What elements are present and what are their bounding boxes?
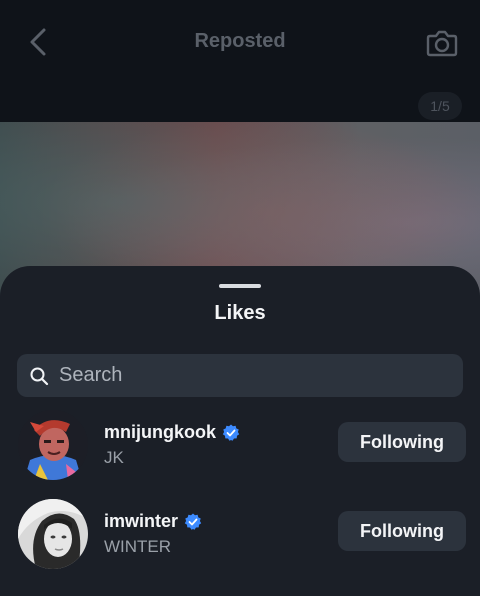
camera-icon	[426, 30, 458, 57]
top-bar: Reposted 1/5	[0, 0, 480, 122]
animated-character-avatar	[18, 410, 88, 480]
avatar[interactable]	[18, 410, 88, 480]
full-name: JK	[104, 448, 124, 467]
search-icon	[29, 366, 49, 386]
username[interactable]: mnijungkook	[104, 422, 216, 443]
grayscale-portrait-avatar	[18, 499, 88, 569]
search-input[interactable]	[57, 363, 441, 388]
full-name: WINTER	[104, 537, 172, 556]
verified-badge-icon	[222, 424, 240, 442]
following-button[interactable]: Following	[338, 422, 466, 462]
camera-button[interactable]	[420, 22, 464, 64]
avatar[interactable]	[18, 499, 88, 569]
page-indicator: 1/5	[418, 92, 462, 120]
likes-sheet: Likes mnijungkook	[0, 266, 480, 596]
list-item-imwinter[interactable]: imwinter WINTER Following	[18, 499, 468, 569]
page-title: Reposted	[194, 30, 286, 52]
search-bar[interactable]	[17, 354, 463, 397]
sheet-title: Likes	[214, 302, 266, 324]
list-item-mnijungkook[interactable]: mnijungkook JK Following	[18, 410, 468, 480]
username[interactable]: imwinter	[104, 511, 178, 532]
following-button[interactable]: Following	[338, 511, 466, 551]
verified-badge-icon	[184, 513, 202, 531]
sheet-grabber[interactable]	[219, 284, 261, 288]
